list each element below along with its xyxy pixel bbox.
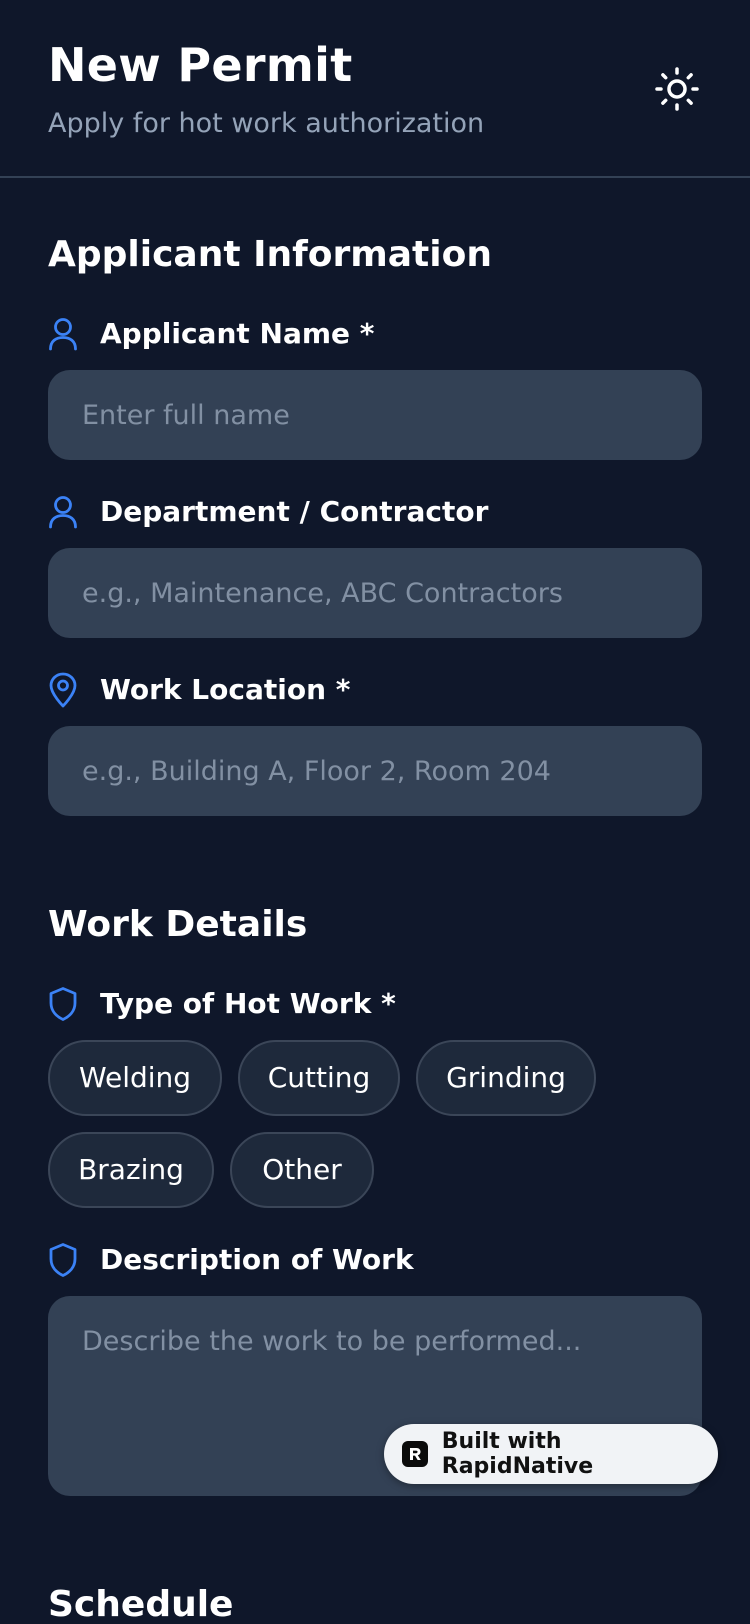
chip-cutting[interactable]: Cutting — [238, 1040, 400, 1116]
applicant-name-label-text: Applicant Name * — [100, 317, 375, 350]
sun-icon — [655, 67, 699, 111]
page-subtitle: Apply for hot work authorization — [48, 108, 485, 139]
map-pin-icon — [48, 670, 82, 710]
work-details-section-title: Work Details — [48, 904, 308, 945]
built-with-badge[interactable]: Built with RapidNative — [384, 1424, 718, 1484]
work-location-label-text: Work Location * — [100, 673, 351, 706]
chip-other[interactable]: Other — [230, 1132, 374, 1208]
hot-work-type-label-text: Type of Hot Work * — [100, 987, 396, 1020]
page-header: New Permit Apply for hot work authorizat… — [0, 0, 750, 178]
built-with-badge-label: Built with RapidNative — [441, 1429, 594, 1479]
new-permit-screen: New Permit Apply for hot work authorizat… — [0, 0, 750, 1624]
applicant-name-input[interactable] — [48, 370, 702, 460]
work-location-input[interactable] — [48, 726, 702, 816]
department-input[interactable] — [48, 548, 702, 638]
rapidnative-logo-icon — [402, 1441, 428, 1467]
description-label: Description of Work — [48, 1240, 414, 1280]
user-icon — [48, 314, 82, 354]
page-title: New Permit — [48, 38, 353, 92]
chip-brazing[interactable]: Brazing — [48, 1132, 214, 1208]
applicant-section-title: Applicant Information — [48, 234, 492, 275]
chip-welding[interactable]: Welding — [48, 1040, 222, 1116]
shield-icon — [48, 1240, 82, 1280]
applicant-name-label: Applicant Name * — [48, 314, 374, 354]
department-label: Department / Contractor — [48, 492, 488, 532]
work-location-label: Work Location * — [48, 670, 350, 710]
chip-grinding[interactable]: Grinding — [416, 1040, 596, 1116]
theme-toggle-button[interactable] — [652, 64, 702, 114]
description-label-text: Description of Work — [100, 1243, 414, 1276]
shield-icon — [48, 984, 82, 1024]
user-icon — [48, 492, 82, 532]
department-label-text: Department / Contractor — [100, 495, 489, 528]
schedule-section-title: Schedule — [48, 1584, 234, 1624]
hot-work-type-label: Type of Hot Work * — [48, 984, 396, 1024]
